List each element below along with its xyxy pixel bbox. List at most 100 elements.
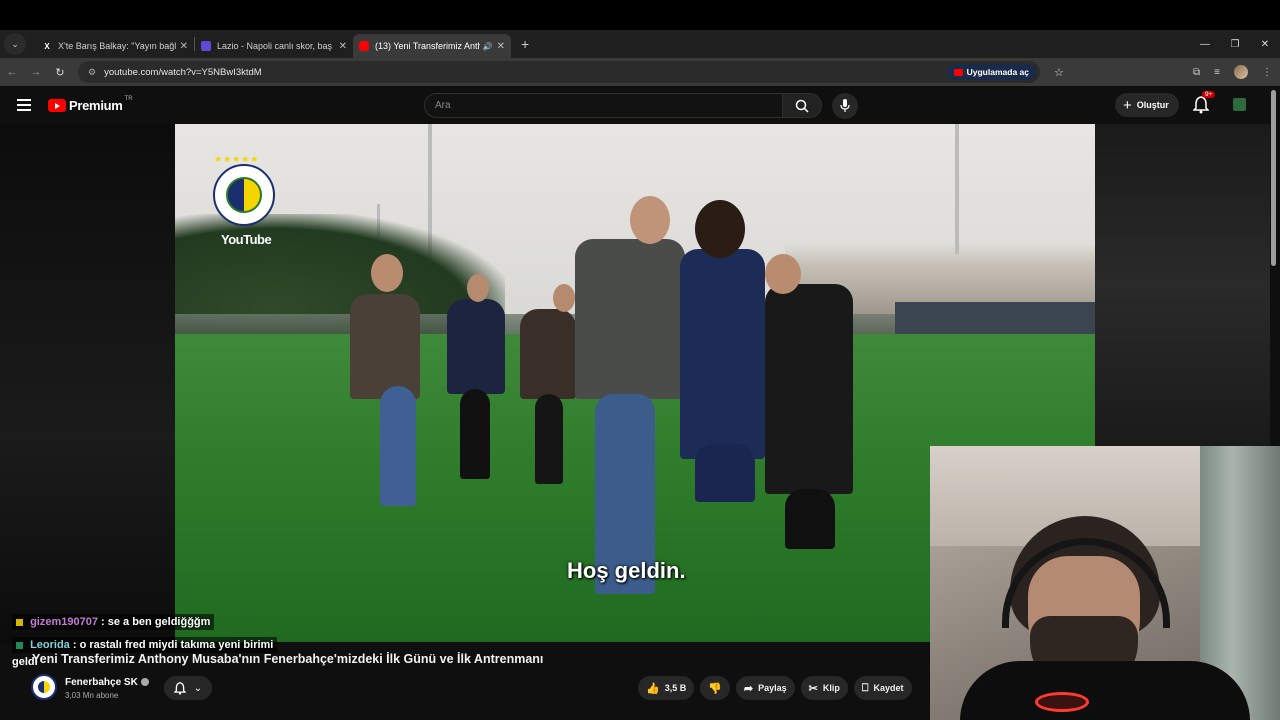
person-figure [460, 389, 490, 479]
tab-lazio[interactable]: Lazio - Napoli canlı skor, baş h ✕ [195, 34, 353, 58]
forward-icon[interactable]: → [24, 66, 48, 78]
create-button[interactable]: + Oluştur [1115, 93, 1179, 117]
chat-message: Leorida : o rastalı fred miydi takıma ye… [12, 637, 278, 653]
clip-label: Klip [822, 683, 840, 693]
person-figure [350, 294, 420, 399]
site-info-icon[interactable]: ⚙ [88, 67, 96, 78]
search-input[interactable]: Ara [424, 93, 782, 118]
clip-button[interactable]: ✂ Klip [800, 676, 848, 700]
window-top-bar [0, 0, 1280, 30]
dislike-button[interactable]: 👎 [700, 676, 730, 700]
streamer-webcam [930, 446, 1280, 720]
person-figure [520, 309, 576, 399]
player-figure [695, 444, 755, 502]
youtube-play-icon [48, 99, 66, 112]
streamer-shirt [960, 661, 1250, 720]
thumbs-up-icon: 👍 [646, 682, 660, 695]
close-icon[interactable]: ✕ [180, 41, 188, 52]
crest-stars: ★★★★★ [214, 154, 260, 164]
voice-search-button[interactable] [832, 93, 858, 119]
youtube-logo[interactable]: Premium TR [48, 96, 133, 113]
chevron-down-icon: ⌄ [193, 682, 203, 694]
search-button[interactable] [782, 93, 822, 118]
page-scrollbar[interactable] [1271, 90, 1276, 266]
subscriber-count: 3,03 Mn abone [65, 691, 119, 700]
channel-name[interactable]: Fenerbahçe SK [65, 677, 149, 688]
youtube-header: Premium TR Ara + Oluştur 9+ [0, 86, 1280, 124]
person-figure [765, 284, 853, 494]
close-icon[interactable]: ✕ [339, 41, 347, 52]
like-count: 3,5 B [664, 683, 687, 693]
create-label: Oluştur [1136, 100, 1169, 110]
bookmark-star-icon[interactable]: ☆ [1054, 66, 1064, 79]
youtube-icon [953, 68, 963, 76]
new-tab-icon[interactable]: + [521, 36, 529, 52]
open-in-app-label: Uygulamada aç [966, 67, 1029, 77]
profile-avatar[interactable] [1234, 65, 1248, 79]
video-subtitle: Hoş geldin. [567, 558, 686, 583]
share-label: Paylaş [758, 683, 787, 693]
tab-x[interactable]: X X'te Barış Balkay: "Yayın bağlan ✕ [36, 34, 194, 58]
channel-avatar[interactable] [31, 674, 57, 700]
score-site-icon [201, 41, 211, 51]
video-actions: 👍 3,5 B 👎 ➦ Paylaş ✂ Klip ⎕ Kaydet [638, 676, 918, 700]
close-icon[interactable]: ✕ [497, 41, 505, 52]
like-button[interactable]: 👍 3,5 B [638, 676, 695, 700]
more-menu-icon[interactable]: ⋮ [1262, 67, 1272, 78]
verified-icon [140, 678, 149, 687]
hamburger-menu-icon[interactable] [17, 99, 31, 114]
notifications-bell-icon[interactable] [1193, 96, 1209, 114]
url-text: youtube.com/watch?v=Y5NBwI3ktdM [104, 66, 262, 78]
share-button[interactable]: ➦ Paylaş [735, 676, 795, 700]
fenerbahce-crest-icon [213, 164, 275, 226]
chat-username: Leorida [30, 639, 70, 651]
chat-username: gizem190707 [30, 616, 98, 628]
chat-text: : se a ben geldiğğğm [101, 616, 211, 628]
thumbs-down-icon: 👎 [708, 682, 722, 695]
player-head [695, 200, 745, 258]
save-label: Kaydet [873, 683, 904, 693]
bookmark-icon: ⎕ [861, 681, 869, 694]
share-icon: ➦ [743, 682, 754, 695]
chat-message: gizem190707 : se a ben geldiğğğm [12, 614, 215, 630]
person-head [553, 284, 575, 312]
save-button[interactable]: ⎕ Kaydet [853, 676, 912, 700]
person-head [467, 274, 489, 302]
person-figure [380, 386, 416, 506]
restore-icon[interactable]: ❐ [1220, 30, 1250, 58]
reload-icon[interactable]: ↻ [48, 66, 72, 79]
close-window-icon[interactable]: ✕ [1250, 30, 1280, 58]
person-figure [575, 239, 685, 399]
tab-youtube[interactable]: (13) Yeni Transferimiz Anth 🔊 ✕ [353, 34, 511, 58]
youtube-icon [359, 41, 369, 51]
video-watermark: YouTube [221, 232, 272, 247]
open-in-app-button[interactable]: Uygulamada aç [946, 64, 1036, 80]
microphone-icon [840, 99, 850, 112]
tab-title: Lazio - Napoli canlı skor, baş h [217, 41, 335, 51]
url-field[interactable]: ⚙ youtube.com/watch?v=Y5NBwI3ktdM Uygula… [78, 61, 1040, 83]
window-controls: — ❐ ✕ [1190, 30, 1280, 58]
tab-title: (13) Yeni Transferimiz Anth [375, 41, 480, 51]
back-icon[interactable]: ← [0, 66, 24, 78]
user-avatar[interactable] [1233, 98, 1246, 111]
microphone-light [1035, 692, 1089, 712]
player-figure [680, 249, 765, 459]
media-control-icon[interactable]: ≡ [1214, 67, 1220, 78]
person-head [371, 254, 403, 292]
floodlight-pole [955, 124, 959, 254]
person-figure [785, 489, 835, 549]
speaker-icon[interactable]: 🔊 [483, 42, 493, 51]
minimize-icon[interactable]: — [1190, 30, 1220, 58]
search-icon [795, 99, 809, 113]
tab-title: X'te Barış Balkay: "Yayın bağlan [58, 41, 176, 51]
extensions-icon[interactable]: ⧉ [1193, 67, 1200, 78]
scissors-icon: ✂ [808, 682, 818, 695]
search-placeholder: Ara [435, 100, 451, 111]
person-head [630, 196, 670, 244]
person-head [765, 254, 801, 294]
person-figure [447, 299, 505, 394]
subscription-bell-button[interactable]: ⌄ [164, 676, 212, 700]
chat-badge-icon [16, 618, 23, 626]
tab-search-button[interactable]: ⌄ [4, 33, 26, 55]
video-title: Yeni Transferimiz Anthony Musaba'nın Fen… [32, 652, 544, 666]
